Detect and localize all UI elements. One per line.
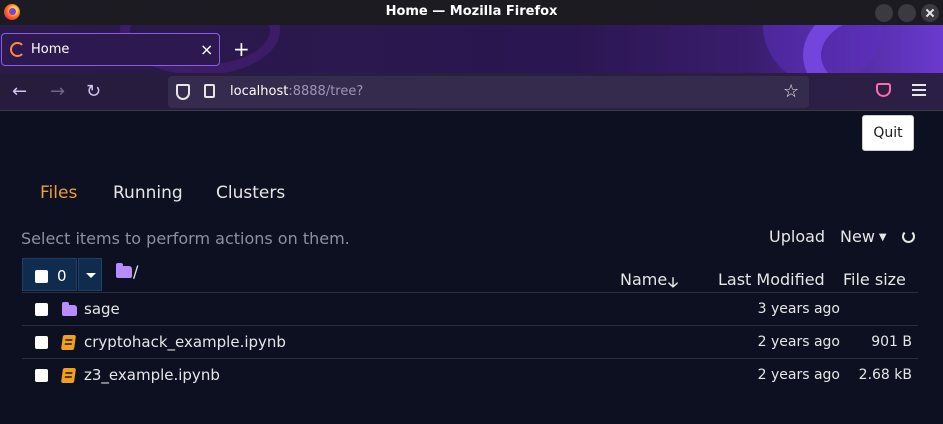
item-name-link[interactable]: z3_example.ipynb: [84, 366, 220, 384]
window-titlebar: Home — Mozilla Firefox: [0, 0, 943, 25]
page-info-icon[interactable]: [204, 84, 215, 98]
item-checkbox[interactable]: [35, 369, 48, 382]
url-host: localhost: [230, 84, 289, 99]
select-menu-dropdown[interactable]: [78, 258, 102, 291]
list-item: sage 3 years ago: [22, 292, 918, 325]
upload-button[interactable]: Upload: [769, 227, 825, 246]
folder-icon[interactable]: [116, 263, 132, 278]
url-bar[interactable]: localhost:8888/tree? ☆: [168, 76, 809, 108]
folder-icon: [62, 302, 77, 316]
new-label: New: [840, 227, 875, 246]
tab-label: Home: [31, 42, 70, 57]
theme-decoration: [803, 25, 943, 73]
tab-clusters[interactable]: Clusters: [216, 183, 285, 203]
selected-count: 0: [57, 267, 67, 285]
selection-hint: Select items to perform actions on them.: [21, 229, 350, 248]
minimize-button[interactable]: [875, 4, 893, 22]
caret-down-icon: ▼: [878, 232, 887, 243]
item-checkbox[interactable]: [35, 336, 48, 349]
tab-running[interactable]: Running: [113, 183, 183, 203]
url-path: :8888/tree?: [288, 84, 364, 99]
notebook-icon: [60, 335, 77, 350]
hamburger-menu-icon[interactable]: [912, 84, 926, 96]
bookmark-star-icon[interactable]: ☆: [783, 81, 799, 102]
notebook-icon: [60, 368, 77, 383]
item-modified: 3 years ago: [757, 301, 840, 317]
item-modified: 2 years ago: [757, 367, 840, 383]
shield-icon[interactable]: [176, 84, 190, 100]
select-all-checkbox[interactable]: [35, 270, 48, 283]
maximize-button[interactable]: [898, 4, 916, 22]
reload-button[interactable]: ↻: [86, 81, 101, 102]
url-text[interactable]: localhost:8888/tree?: [230, 84, 363, 99]
item-name-link[interactable]: cryptohack_example.ipynb: [84, 333, 286, 351]
sort-by-name[interactable]: Name: [620, 270, 667, 289]
close-tab-button[interactable]: ×: [200, 40, 213, 59]
breadcrumb-root[interactable]: /: [133, 262, 138, 281]
item-checkbox[interactable]: [35, 303, 48, 316]
new-dropdown-button[interactable]: New ▼: [840, 227, 887, 246]
navigation-bar: ← → ↻ localhost:8888/tree? ☆: [0, 73, 943, 111]
forward-button[interactable]: →: [50, 81, 65, 102]
select-all-button[interactable]: 0: [22, 258, 77, 291]
new-tab-button[interactable]: +: [233, 37, 250, 61]
sort-by-file-size[interactable]: File size: [843, 270, 906, 289]
window-title: Home — Mozilla Firefox: [385, 4, 558, 19]
back-button[interactable]: ←: [12, 81, 27, 102]
item-modified: 2 years ago: [757, 334, 840, 350]
item-name-link[interactable]: sage: [84, 300, 120, 318]
pocket-icon[interactable]: [876, 83, 891, 97]
close-window-button[interactable]: [921, 4, 939, 22]
item-size: 2.68 kB: [858, 367, 912, 383]
quit-button[interactable]: Quit: [862, 115, 914, 151]
sort-by-last-modified[interactable]: Last Modified: [718, 270, 825, 289]
tab-strip: Home × +: [0, 25, 943, 73]
list-item: cryptohack_example.ipynb 2 years ago 901…: [22, 325, 918, 358]
jupyter-favicon-icon: [10, 42, 25, 57]
refresh-icon[interactable]: [902, 230, 915, 243]
tab-files[interactable]: Files: [40, 183, 77, 203]
item-size: 901 B: [871, 334, 912, 350]
list-item: z3_example.ipynb 2 years ago 2.68 kB: [22, 358, 918, 391]
browser-tab-home[interactable]: Home ×: [1, 33, 220, 66]
